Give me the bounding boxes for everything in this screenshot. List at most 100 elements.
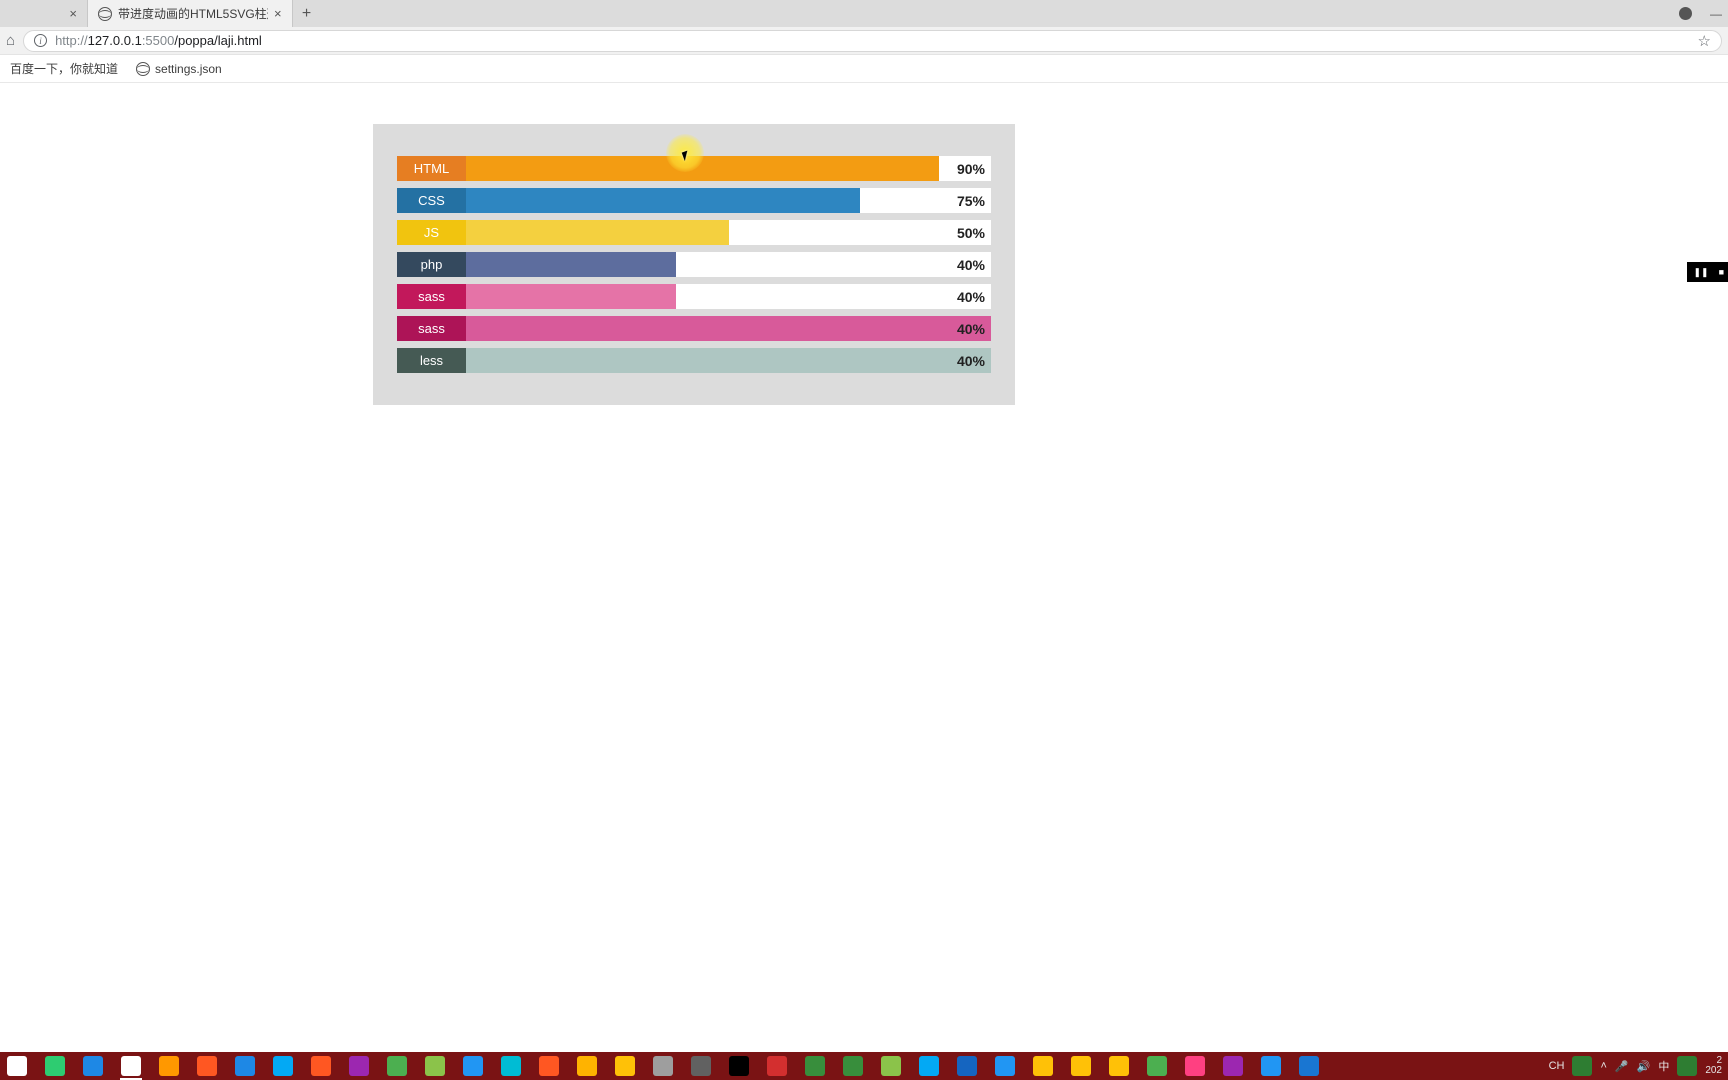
taskbar-app-icon[interactable] bbox=[574, 1055, 600, 1077]
taskbar-app-icon[interactable] bbox=[498, 1055, 524, 1077]
taskbar-app-icon[interactable] bbox=[308, 1055, 334, 1077]
ime-indicator[interactable]: CH bbox=[1549, 1060, 1565, 1072]
page-viewport: HTML90%CSS75%JS50%php40%sass40%sass40%le… bbox=[0, 84, 1728, 1052]
bar-row: sass 40% bbox=[397, 316, 991, 341]
bar-row: JS 50% bbox=[397, 220, 991, 245]
taskbar-app-icon[interactable] bbox=[346, 1055, 372, 1077]
taskbar-app-icon[interactable] bbox=[726, 1055, 752, 1077]
bar-track-fill bbox=[466, 348, 991, 373]
tray-text: 中 bbox=[1658, 1058, 1669, 1074]
system-tray[interactable]: CH ˄ 🎤 🔊 中 2202 bbox=[1549, 1056, 1724, 1076]
taskbar-app-icon[interactable] bbox=[232, 1055, 258, 1077]
bar-row: less 40% bbox=[397, 348, 991, 373]
taskbar-app-icon[interactable] bbox=[1030, 1055, 1056, 1077]
taskbar-app-icon[interactable] bbox=[612, 1055, 638, 1077]
taskbar-app-icon[interactable] bbox=[650, 1055, 676, 1077]
address-bar: ⌂ i http://127.0.0.1:5500/poppa/laji.htm… bbox=[0, 27, 1728, 55]
tray-icon[interactable] bbox=[1677, 1056, 1697, 1076]
taskbar-app-icon[interactable] bbox=[536, 1055, 562, 1077]
taskbar-clock[interactable]: 2202 bbox=[1705, 1056, 1722, 1076]
bar-label: php bbox=[397, 252, 466, 277]
url-text: http://127.0.0.1:5500/poppa/laji.html bbox=[55, 33, 262, 48]
taskbar-app-icon[interactable] bbox=[1068, 1055, 1094, 1077]
bar-fill bbox=[466, 156, 939, 181]
bar-fill bbox=[466, 284, 676, 309]
taskbar-app-icon[interactable] bbox=[1144, 1055, 1170, 1077]
close-icon[interactable]: × bbox=[274, 7, 282, 20]
globe-icon bbox=[136, 62, 150, 76]
taskbar-app-icon[interactable] bbox=[4, 1055, 30, 1077]
bar-row: sass 40% bbox=[397, 284, 991, 309]
taskbar-app-icon[interactable] bbox=[878, 1055, 904, 1077]
bar-fill bbox=[466, 220, 729, 245]
taskbar-app-icon[interactable] bbox=[156, 1055, 182, 1077]
microphone-icon[interactable]: 🎤 bbox=[1615, 1060, 1629, 1073]
bookmark-item[interactable]: 百度一下，你就知道 bbox=[10, 60, 118, 77]
bar-value: 75% bbox=[957, 188, 985, 213]
bar-row: CSS 75% bbox=[397, 188, 991, 213]
taskbar-app-icon[interactable] bbox=[1220, 1055, 1246, 1077]
taskbar-app-icon[interactable] bbox=[1182, 1055, 1208, 1077]
omnibox[interactable]: i http://127.0.0.1:5500/poppa/laji.html … bbox=[23, 30, 1722, 52]
bar-fill bbox=[466, 188, 860, 213]
bar-value: 40% bbox=[957, 348, 985, 373]
bar-value: 40% bbox=[957, 252, 985, 277]
tray-icon[interactable] bbox=[1572, 1056, 1592, 1076]
bar-value: 50% bbox=[957, 220, 985, 245]
taskbar-app-icon[interactable] bbox=[764, 1055, 790, 1077]
new-tab-button[interactable]: + bbox=[293, 0, 321, 27]
taskbar-app-icon[interactable] bbox=[270, 1055, 296, 1077]
taskbar-app-icon[interactable] bbox=[460, 1055, 486, 1077]
bar-track-fill bbox=[466, 316, 991, 341]
taskbar-app-icon[interactable] bbox=[992, 1055, 1018, 1077]
taskbar-app-icon[interactable] bbox=[42, 1055, 68, 1077]
video-controls-overlay[interactable]: ❚❚ ■ bbox=[1687, 262, 1728, 282]
taskbar-app-icon[interactable] bbox=[422, 1055, 448, 1077]
browser-tab[interactable]: × bbox=[0, 0, 88, 27]
taskbar-app-icon[interactable] bbox=[688, 1055, 714, 1077]
tab-title: 带进度动画的HTML5SVG柱形统 bbox=[118, 5, 268, 22]
bookmarks-bar: 百度一下，你就知道 settings.json bbox=[0, 55, 1728, 83]
globe-icon bbox=[98, 7, 112, 21]
bar-value: 90% bbox=[957, 156, 985, 181]
windows-taskbar: CH ˄ 🎤 🔊 中 2202 bbox=[0, 1052, 1728, 1080]
volume-icon[interactable]: 🔊 bbox=[1637, 1060, 1651, 1073]
bookmark-star-icon[interactable]: ☆ bbox=[1698, 32, 1711, 50]
account-icon[interactable] bbox=[1679, 7, 1692, 20]
bar-label: CSS bbox=[397, 188, 466, 213]
chevron-up-icon[interactable]: ˄ bbox=[1600, 1060, 1606, 1072]
bar-label: less bbox=[397, 348, 466, 373]
minimize-icon[interactable]: — bbox=[1710, 7, 1722, 21]
bar-label: JS bbox=[397, 220, 466, 245]
taskbar-app-icon[interactable] bbox=[954, 1055, 980, 1077]
bookmark-label: settings.json bbox=[155, 62, 222, 76]
stop-icon[interactable]: ■ bbox=[1719, 267, 1724, 277]
taskbar-app-icon[interactable] bbox=[1106, 1055, 1132, 1077]
bookmark-item[interactable]: settings.json bbox=[136, 62, 222, 76]
bar-label: sass bbox=[397, 316, 466, 341]
pause-icon[interactable]: ❚❚ bbox=[1693, 267, 1708, 278]
bar-row: php 40% bbox=[397, 252, 991, 277]
browser-tab-strip: × 带进度动画的HTML5SVG柱形统 × + — bbox=[0, 0, 1728, 27]
taskbar-app-icon[interactable] bbox=[80, 1055, 106, 1077]
bar-label: sass bbox=[397, 284, 466, 309]
bar-label: HTML bbox=[397, 156, 466, 181]
taskbar-app-icon[interactable] bbox=[802, 1055, 828, 1077]
taskbar-app-icon[interactable] bbox=[840, 1055, 866, 1077]
taskbar-app-icon[interactable] bbox=[118, 1055, 144, 1077]
close-icon[interactable]: × bbox=[69, 7, 77, 20]
chart-panel: HTML90%CSS75%JS50%php40%sass40%sass40%le… bbox=[373, 124, 1015, 405]
taskbar-app-icon[interactable] bbox=[1258, 1055, 1284, 1077]
bar-fill bbox=[466, 252, 676, 277]
taskbar-app-icon[interactable] bbox=[384, 1055, 410, 1077]
bar-row: HTML 90% bbox=[397, 156, 991, 181]
bar-value: 40% bbox=[957, 316, 985, 341]
bookmark-label: 百度一下，你就知道 bbox=[10, 60, 118, 77]
browser-tab-active[interactable]: 带进度动画的HTML5SVG柱形统 × bbox=[88, 0, 293, 27]
taskbar-app-icon[interactable] bbox=[194, 1055, 220, 1077]
bar-value: 40% bbox=[957, 284, 985, 309]
taskbar-app-icon[interactable] bbox=[916, 1055, 942, 1077]
home-icon[interactable]: ⌂ bbox=[6, 32, 15, 49]
taskbar-app-icon[interactable] bbox=[1296, 1055, 1322, 1077]
site-info-icon[interactable]: i bbox=[34, 34, 47, 47]
